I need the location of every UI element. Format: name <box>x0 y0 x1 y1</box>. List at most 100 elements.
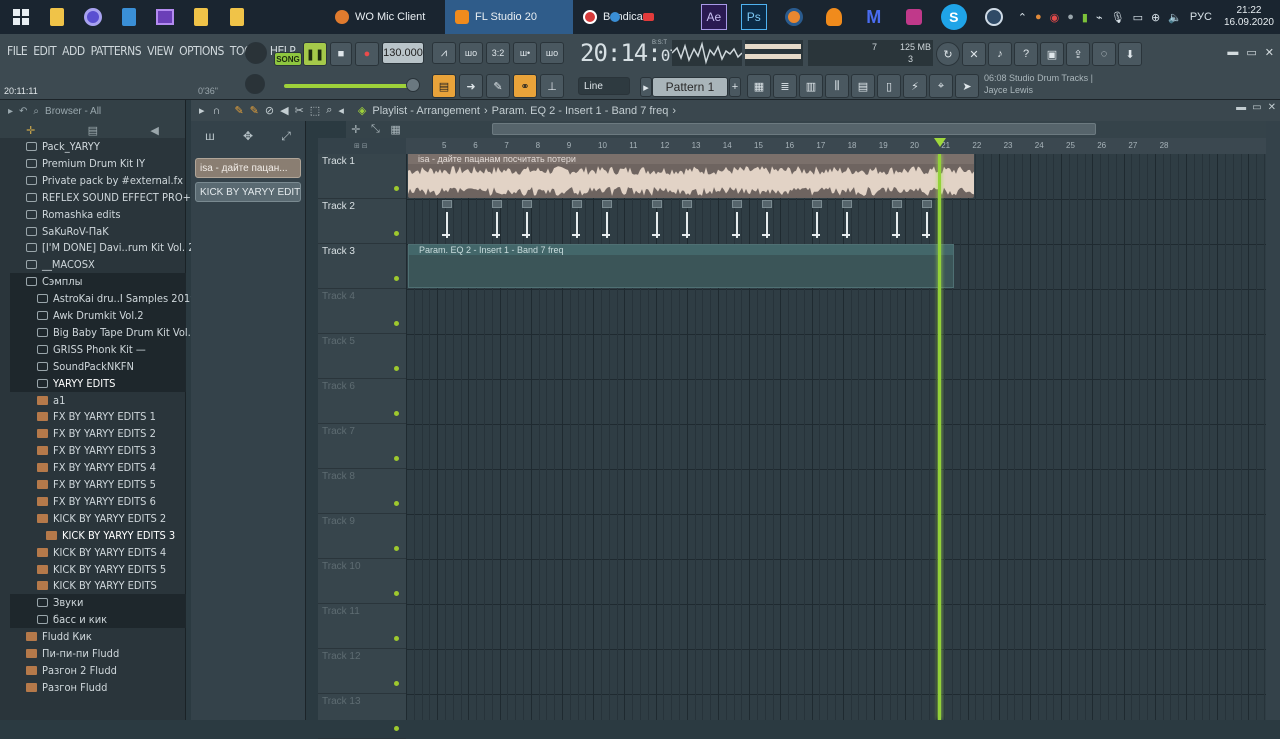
tray-record-icon[interactable]: ◉ <box>1048 11 1062 24</box>
arrow-right-icon[interactable]: ▸ <box>8 106 13 117</box>
playlist-horizontal-scrollbar[interactable] <box>406 121 1266 138</box>
track-header[interactable]: Track 4 <box>318 289 406 334</box>
playlist-grid[interactable]: isa - дайте пацанам посчитать потери Par… <box>406 154 1266 720</box>
track-header[interactable]: Track 5 <box>318 334 406 379</box>
kick-note[interactable] <box>652 200 662 242</box>
browser-item[interactable]: Awk Drumkit Vol.2 <box>10 307 186 324</box>
browser-item[interactable]: Pack_YARYY <box>0 138 186 155</box>
tempo-display[interactable]: 130.000 <box>382 42 424 64</box>
kick-note[interactable] <box>682 200 692 242</box>
browser-item[interactable]: Разгон 2 Fludd <box>0 662 186 679</box>
picker-item-audio-clip[interactable]: isa - дайте пацан... <box>195 158 301 178</box>
cpu-icon[interactable]: ⌖ <box>929 74 953 98</box>
timeline-ruler[interactable]: 5 6 7 8 9 10 11 12 13 14 15 16 17 18 19 20 21 22 23 24 25 26 2… <box>406 138 1266 154</box>
browser-item[interactable]: Private pack by #external.fx <box>0 172 186 189</box>
zoom-icon[interactable]: ⤡ <box>371 123 380 136</box>
audio-clip[interactable]: isa - дайте пацанам посчитать потери <box>408 154 974 198</box>
track-header[interactable]: Track 2 <box>318 199 406 244</box>
news-panel[interactable]: 06:08 Studio Drum Tracks | Jayce Lewis <box>984 72 1114 98</box>
download-icon[interactable]: ⬇ <box>1118 42 1142 66</box>
close-icon[interactable]: ✕ <box>1268 102 1276 113</box>
master-volume-knob[interactable] <box>245 42 267 64</box>
song-mode-toggle[interactable]: SONG <box>274 52 302 66</box>
track-header[interactable]: Track 13 <box>318 694 406 739</box>
kick-note[interactable] <box>812 200 822 242</box>
browser-item[interactable]: GRISS Phonk Kit — <box>10 340 186 358</box>
track-header[interactable]: Track 7 <box>318 424 406 469</box>
playlist-button[interactable]: ▤ <box>432 74 456 98</box>
track-mute-led[interactable] <box>394 276 399 281</box>
microphone-icon[interactable]: 🎙 <box>1109 11 1127 24</box>
paint-icon[interactable]: ✎ <box>250 104 259 117</box>
track-header[interactable]: Track 1 <box>318 154 406 199</box>
magnet-icon[interactable]: ∩ <box>213 105 221 117</box>
track-header[interactable]: Track 10 <box>318 559 406 604</box>
track-header[interactable]: Track 11 <box>318 604 406 649</box>
browser-item[interactable]: [I'M DONE] Davi..rum Kit Vol. 2 <box>0 239 195 256</box>
grid-icon[interactable]: ▦ <box>390 123 400 136</box>
app-blue-icon[interactable] <box>116 4 142 30</box>
browser-item[interactable]: басс и кик <box>10 611 186 629</box>
undo-icon[interactable]: ↶ <box>19 106 27 117</box>
notification-icon[interactable] <box>602 4 628 30</box>
stamp-icon[interactable]: ⊥ <box>540 74 564 98</box>
track-header[interactable]: Track 12 <box>318 649 406 694</box>
countdown-button[interactable]: 3:2 <box>486 42 510 64</box>
stop-button[interactable]: ■ <box>330 42 352 66</box>
kick-note[interactable] <box>922 200 932 242</box>
browser-item[interactable]: Пи-пи-пи Fludd <box>0 645 186 662</box>
browser-item[interactable]: FX BY YARYY EDITS 5 <box>0 476 186 493</box>
master-volume-slider[interactable] <box>284 84 418 88</box>
plug-icon[interactable]: ⚡ <box>903 74 927 98</box>
browser-item[interactable]: FX BY YARYY EDITS 6 <box>0 493 186 510</box>
tools-icon[interactable]: ✕ <box>962 42 986 66</box>
track-header[interactable]: Track 8 <box>318 469 406 514</box>
menu-edit[interactable]: EDIT <box>30 44 59 58</box>
track-mute-led[interactable] <box>394 411 399 416</box>
track-header[interactable]: Track 3 <box>318 244 406 289</box>
scrollbar-thumb[interactable] <box>492 123 1096 135</box>
menu-add[interactable]: ADD <box>59 44 88 58</box>
zoom-icon[interactable]: ⌕ <box>326 104 332 117</box>
track-mute-led[interactable] <box>394 726 399 731</box>
folder-icon[interactable] <box>224 4 250 30</box>
menu-patterns[interactable]: PATTERNS <box>88 44 144 58</box>
piano-roll-icon[interactable]: ≣ <box>773 74 797 98</box>
usb-icon[interactable]: ⌁ <box>1094 11 1105 24</box>
browser-item[interactable]: KICK BY YARYY EDITS <box>0 577 186 594</box>
step-edit-button[interactable]: ш• <box>513 42 537 64</box>
folder-icon[interactable] <box>188 4 214 30</box>
chevron-up-icon[interactable]: ⌃ <box>1016 11 1029 24</box>
plugin-icon[interactable]: ⫼ <box>825 74 849 98</box>
browser-item[interactable]: REFLEX SOUND EFFECT PRO+ <box>0 189 191 206</box>
track-mute-led[interactable] <box>394 546 399 551</box>
playhead-marker[interactable] <box>934 138 946 147</box>
track-header[interactable]: Track 9 <box>318 514 406 559</box>
pencil-icon[interactable]: ✎ <box>486 74 510 98</box>
network-icon[interactable]: ⊕ <box>1149 11 1162 24</box>
audio-icon[interactable]: ✥ <box>243 129 253 143</box>
crosshair-icon[interactable]: ✛ <box>351 123 360 136</box>
send-icon[interactable]: ➤ <box>955 74 979 98</box>
kick-note[interactable] <box>762 200 772 242</box>
snap-select[interactable]: Line <box>578 77 630 95</box>
maximize-icon[interactable]: ▭ <box>1246 46 1256 59</box>
browser-item[interactable]: Звуки <box>10 594 186 612</box>
browser-item[interactable]: FX BY YARYY EDITS 2 <box>0 425 186 442</box>
kick-note[interactable] <box>732 200 742 242</box>
track-header[interactable]: Track 6 <box>318 379 406 424</box>
vertical-scrollbar[interactable] <box>1266 121 1280 720</box>
browser-item[interactable]: Romashka edits <box>0 206 186 223</box>
fl-studio-tray-icon[interactable] <box>821 4 847 30</box>
browser-item[interactable]: __MACOSX <box>0 256 186 273</box>
browser-item[interactable]: Premium Drum Kit IY <box>0 155 186 172</box>
pattern-select[interactable]: Pattern 1 <box>652 77 728 97</box>
browser-item[interactable]: KICK BY YARYY EDITS 3 <box>0 527 186 544</box>
arrange-icon[interactable]: ◈ <box>358 104 366 117</box>
language-indicator[interactable]: РУС <box>1188 11 1214 23</box>
mute-icon[interactable]: ◀ <box>280 104 288 117</box>
photoshop-icon[interactable]: Ps <box>740 4 767 30</box>
skype-icon[interactable]: S <box>940 4 967 30</box>
automation-clip[interactable]: Param. EQ 2 - Insert 1 - Band 7 freq <box>408 244 954 288</box>
taskbar-clock[interactable]: 21:22 16.09.2020 <box>1224 5 1274 29</box>
